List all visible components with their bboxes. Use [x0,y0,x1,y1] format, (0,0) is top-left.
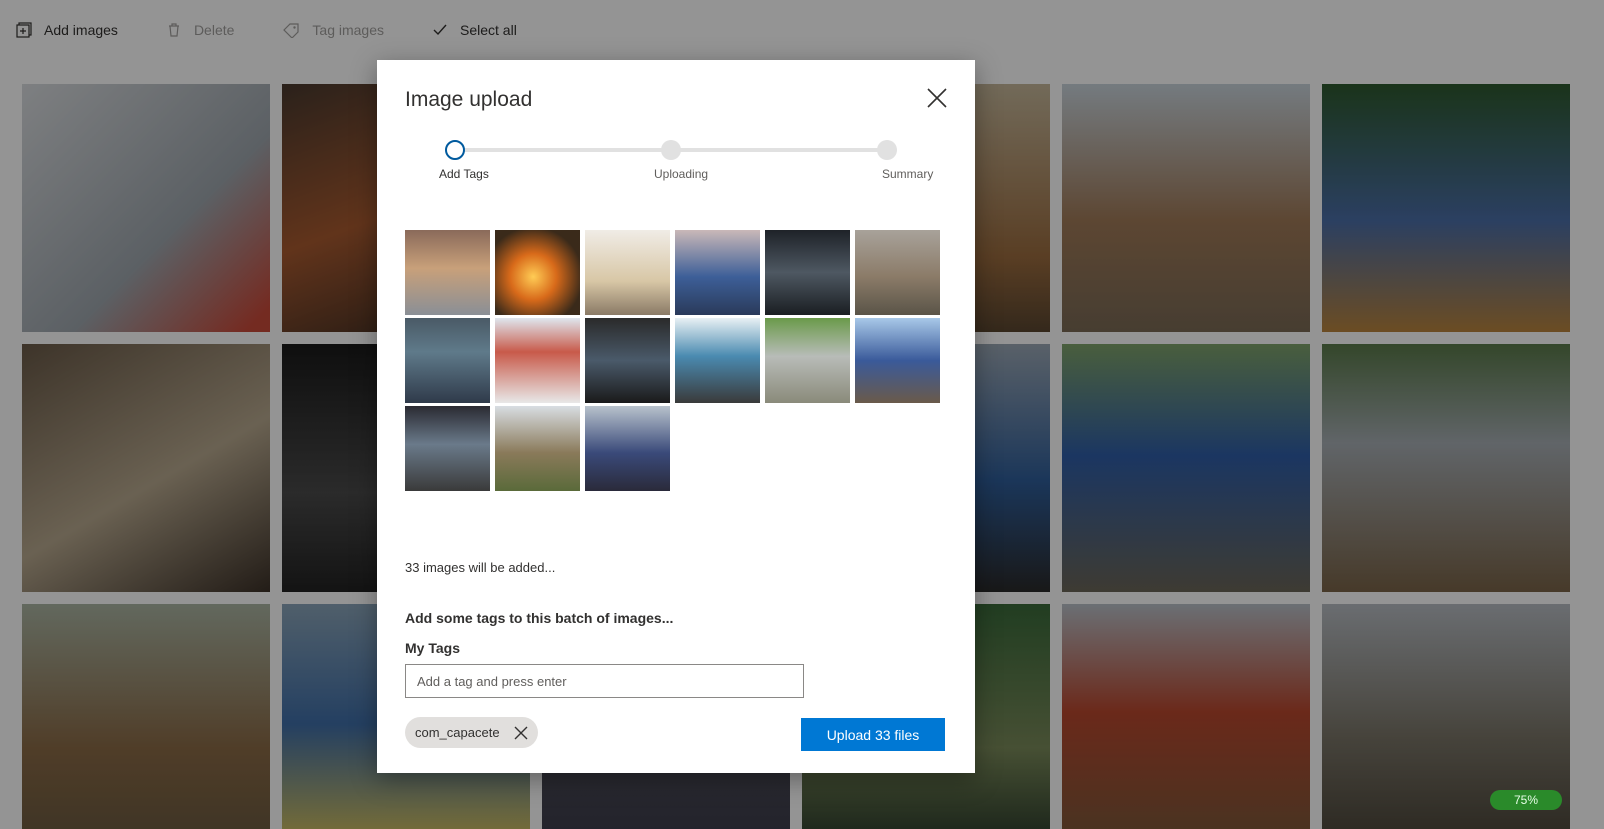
my-tags-label: My Tags [405,640,460,656]
background-progress-indicator: 75% [1490,790,1562,810]
images-added-count: 33 images will be added... [405,560,556,575]
thumbnail [675,318,760,403]
step-label-summary: Summary [882,167,934,181]
upload-stepper: Add Tags Uploading Summary [377,60,975,190]
thumbnail [405,230,490,315]
thumbnail [405,318,490,403]
step-label-add-tags: Add Tags [439,167,489,181]
step-dot-add-tags [445,140,465,160]
thumbnail [585,230,670,315]
step-label-uploading: Uploading [654,167,709,181]
image-upload-dialog: Image upload Add Tags Uploading Summary … [377,60,975,773]
tag-input[interactable] [405,664,804,698]
tag-chip: com_capacete [405,717,538,748]
thumbnail [585,318,670,403]
thumbnail [495,230,580,315]
thumbnail [405,406,490,491]
thumbnail [585,406,670,491]
upload-button[interactable]: Upload 33 files [801,718,945,751]
thumbnail [675,230,760,315]
tag-chip-label: com_capacete [415,725,500,740]
thumbnail [495,406,580,491]
thumbnail [765,230,850,315]
tags-prompt: Add some tags to this batch of images... [405,610,674,626]
thumbnail [495,318,580,403]
remove-tag-button[interactable] [512,724,530,742]
thumbnail [765,318,850,403]
thumbnail [855,230,940,315]
step-dot-uploading [661,140,681,160]
thumbnail [855,318,940,403]
step-dot-summary [877,140,897,160]
close-icon [514,726,528,739]
